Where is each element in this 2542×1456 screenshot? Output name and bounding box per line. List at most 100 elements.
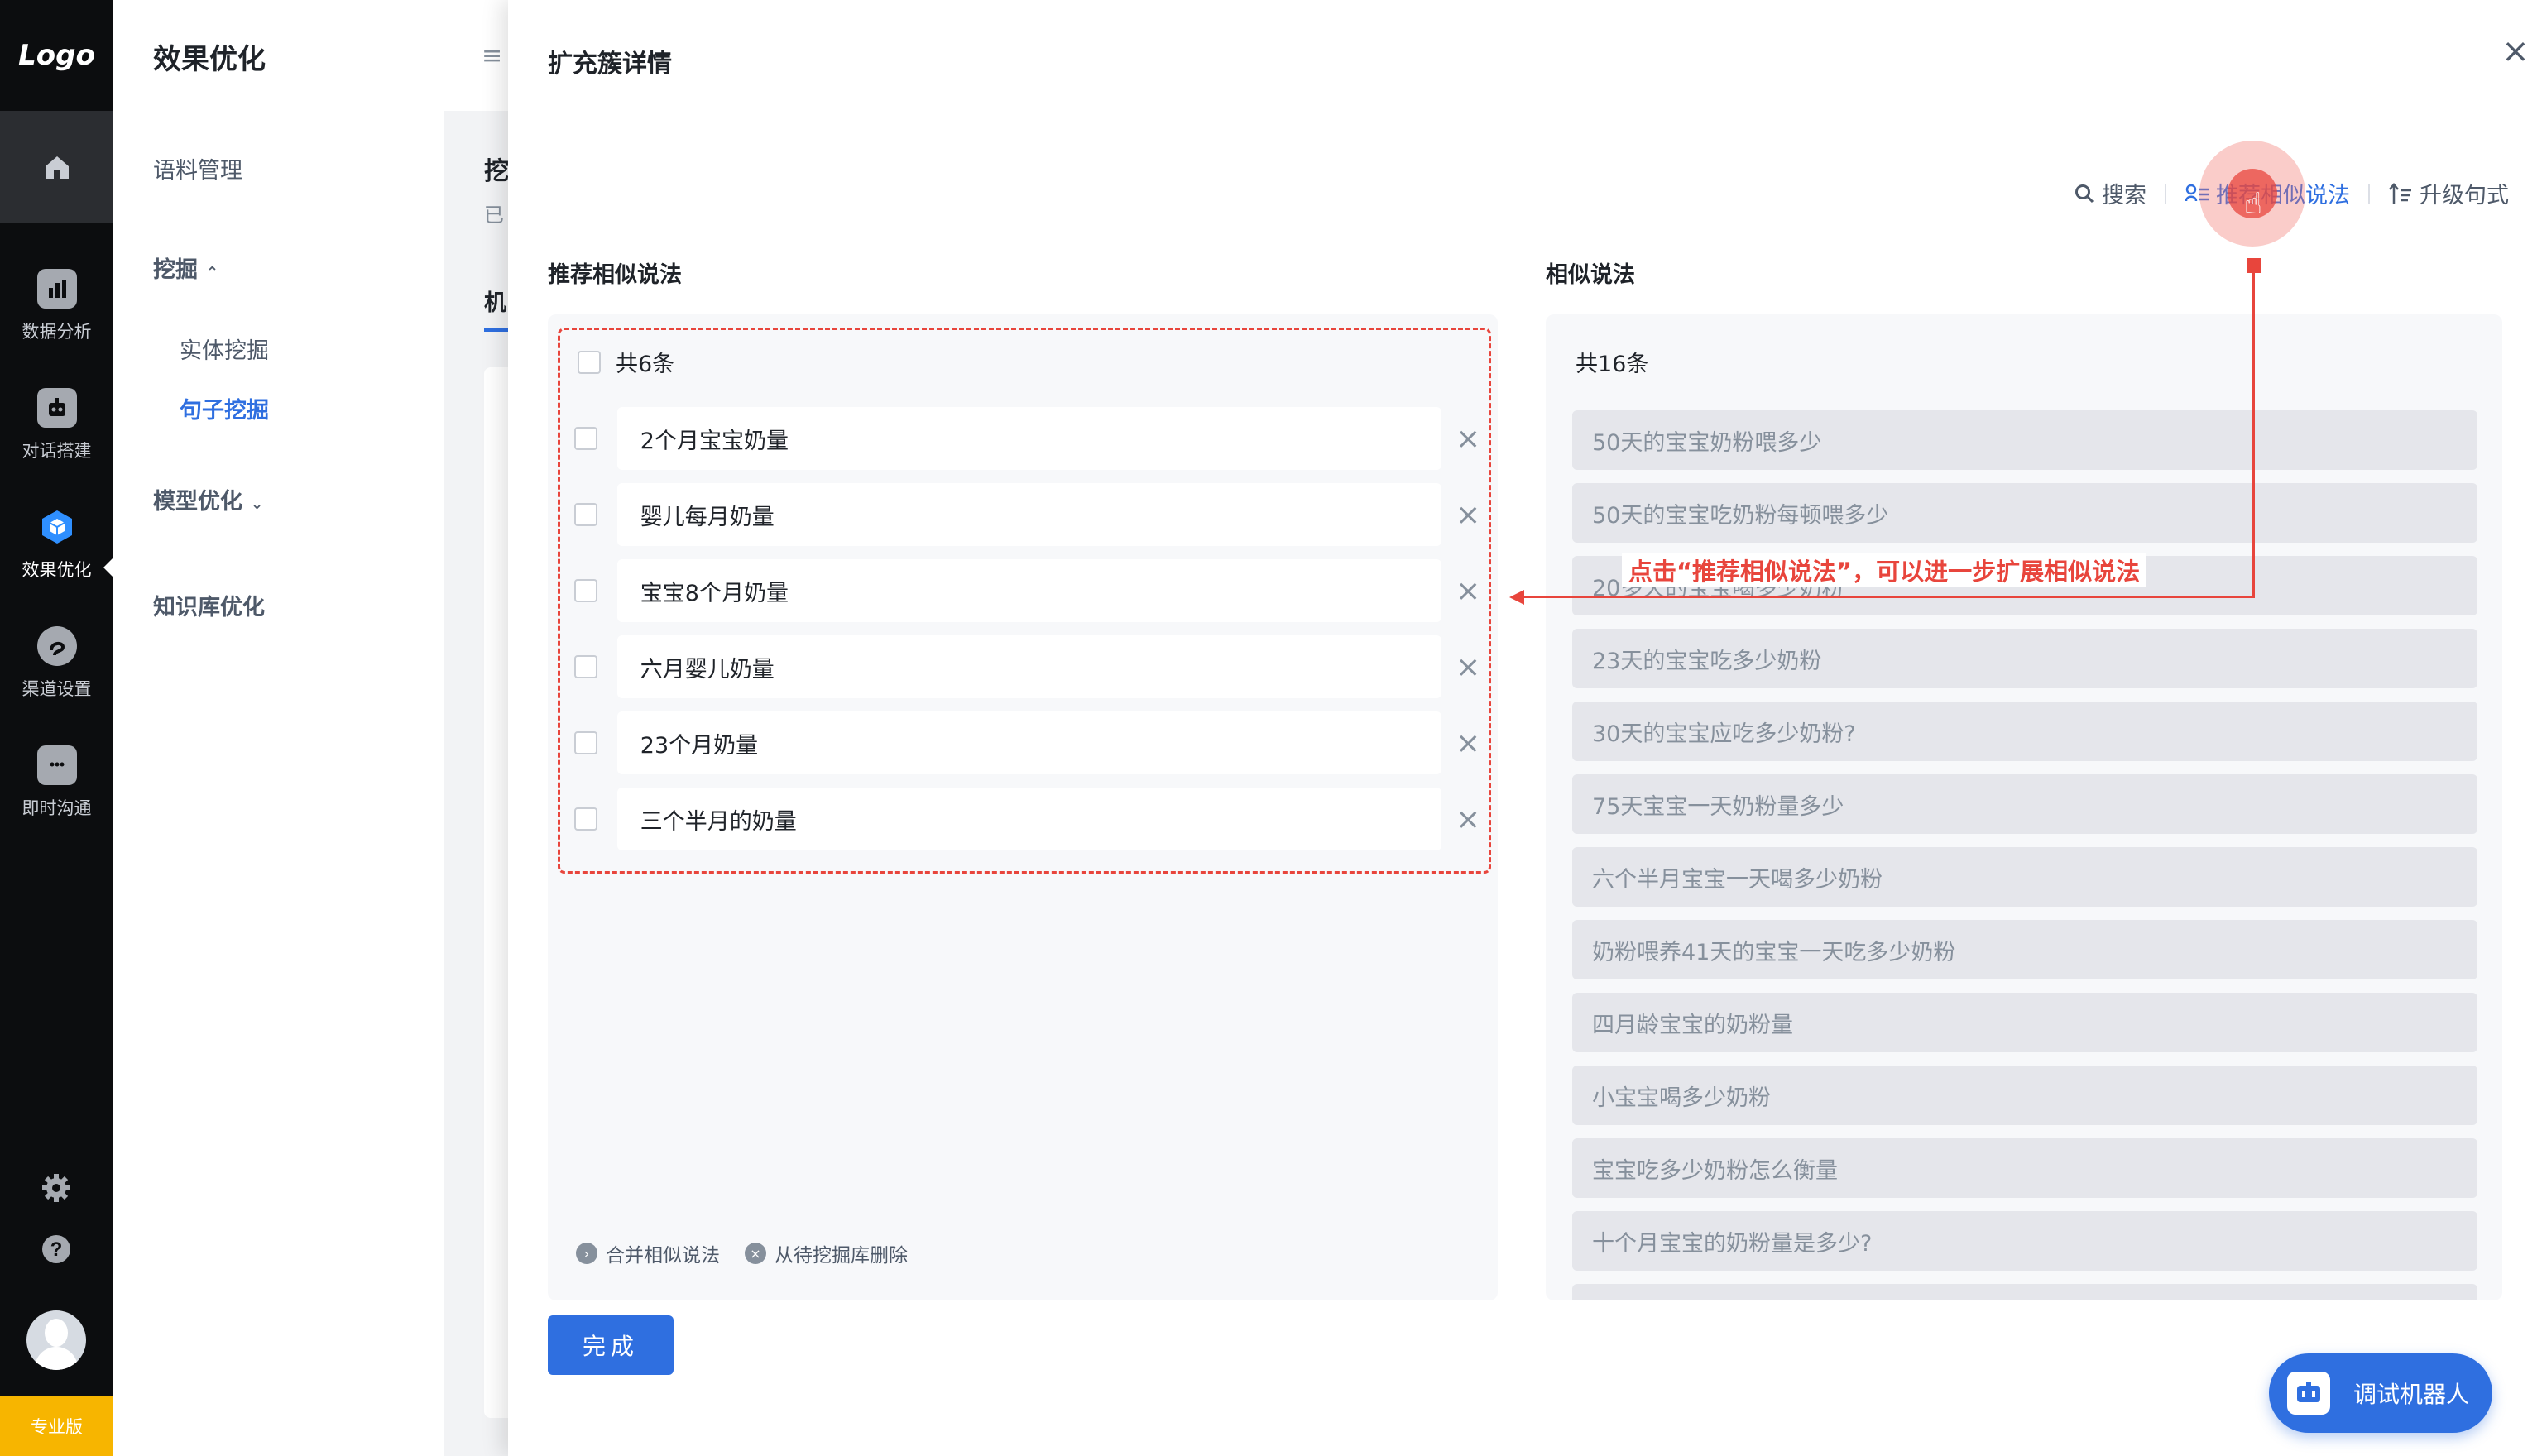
rail-item-instant-chat[interactable]: 即时沟通 [0,725,113,841]
done-button[interactable]: 完成 [548,1315,674,1375]
table-row: 75天宝宝一天奶粉量多少 [1572,774,2477,834]
annotation-line-horizontal [1523,596,2255,598]
chat-icon [36,745,77,785]
rail-item-data-analysis[interactable]: 数据分析 [0,248,113,364]
toolbar-divider [2165,183,2166,204]
subnav-item-sentence-mining[interactable]: 句子挖掘 [180,392,269,424]
item-checkbox[interactable] [574,427,597,450]
robot-icon [2287,1372,2330,1415]
list-item: 23个月奶量 × [569,711,1484,774]
logo: Logo [18,39,95,72]
home-icon [45,156,69,179]
rail-item-label: 渠道设置 [22,679,92,699]
left-count: 共6条 [616,352,675,377]
background-title: 挖 [484,157,509,186]
remove-icon[interactable]: × [1451,802,1484,836]
list-item: 六月婴儿奶量 × [569,635,1484,698]
upgrade-pattern-button[interactable]: 升级句式 [2388,177,2509,209]
recommend-item-text: 2个月宝宝奶量 [616,407,1442,470]
upgrade-label: 升级句式 [2420,183,2509,208]
item-checkbox[interactable] [574,655,597,678]
subnav-title: 效果优化 [153,43,266,76]
annotation-text: 点击“推荐相似说法”，可以进一步扩展相似说法 [1622,553,2147,587]
delete-circle-icon: × [745,1243,766,1264]
settings-icon[interactable] [38,1170,74,1206]
close-icon[interactable]: × [2499,35,2532,68]
remove-icon[interactable]: × [1451,726,1484,760]
left-footer-actions: › 合并相似说法 × 从待挖掘库删除 [576,1239,908,1267]
merge-similar-button[interactable]: › 合并相似说法 [576,1239,720,1267]
annotation-line-vertical [2252,266,2255,597]
item-checkbox[interactable] [574,579,597,602]
search-button[interactable]: 搜索 [2074,177,2146,209]
tab-underline [484,328,509,332]
recommend-item-text: 三个半月的奶量 [616,788,1442,850]
table-row: 十个月宝宝的奶粉量是多少? [1572,1211,2477,1271]
rail-item-channel-settings[interactable]: 渠道设置 [0,606,113,721]
channel-icon [36,626,77,666]
list-item: 宝宝8个月奶量 × [569,559,1484,622]
recommend-item-text: 婴儿每月奶量 [616,483,1442,546]
home-button[interactable] [0,111,113,223]
background-subtitle: 已 [484,204,504,227]
chevron-up-icon: ⌃ [206,264,219,281]
left-column-title: 推荐相似说法 [548,262,682,288]
subnav-item-corpus[interactable]: 语料管理 [153,152,242,184]
table-row: 50天的宝宝吃奶粉每顿喂多少 [1572,483,2477,543]
list-item: 三个半月的奶量 × [569,788,1484,850]
table-row: 奶粉喂养41天的宝宝一天吃多少奶粉 [1572,920,2477,979]
delete-label: 从待挖掘库删除 [775,1245,908,1267]
item-checkbox[interactable] [574,807,597,831]
table-row: 23天的宝宝吃多少奶粉 [1572,629,2477,688]
debug-robot-label: 调试机器人 [2353,1381,2470,1408]
merge-label: 合并相似说法 [606,1245,720,1267]
subnav-group-mining[interactable]: 挖掘 ⌃ [153,251,218,284]
table-row: 30天的宝宝应吃多少奶粉? [1572,702,2477,761]
rail-item-label: 效果优化 [22,560,92,580]
remove-icon[interactable]: × [1451,574,1484,608]
recommend-item-text: 六月婴儿奶量 [616,635,1442,698]
item-checkbox[interactable] [574,503,597,526]
table-row: 宝宝吃多少奶粉怎么衡量 [1572,1138,2477,1198]
remove-icon[interactable]: × [1451,498,1484,532]
subnav-item-entity-mining[interactable]: 实体挖掘 [180,333,269,365]
recommend-item-text: 23个月奶量 [616,711,1442,774]
list-item: 婴儿每月奶量 × [569,483,1484,546]
help-icon[interactable]: ? [38,1231,74,1267]
rail-item-dialog-build[interactable]: 对话搭建 [0,367,113,483]
rail-item-label: 对话搭建 [22,441,92,461]
menu-icon[interactable]: ≡ [482,41,502,70]
toolbar-divider [2368,183,2370,204]
bar-chart-icon [36,269,77,309]
subnav-group-model-opt[interactable]: 模型优化 ⌄ [153,483,263,515]
svg-text:?: ? [50,1238,63,1261]
select-all-checkbox[interactable] [578,350,601,374]
similar-panel: 共16条 50天的宝宝奶粉喂多少 50天的宝宝吃奶粉每顿喂多少 20多天的宝宝喝… [1546,314,2502,1300]
secondary-nav: 效果优化 语料管理 挖掘 ⌃ 实体挖掘 句子挖掘 模型优化 ⌄ 知识库优化 [113,0,444,1456]
table-row [1572,1284,2477,1300]
table-row: 六个半月宝宝一天喝多少奶粉 [1572,847,2477,907]
remove-icon[interactable]: × [1451,422,1484,456]
table-row: 四月龄宝宝的奶粉量 [1572,993,2477,1052]
item-checkbox[interactable] [574,731,597,754]
right-count: 共16条 [1576,352,1649,377]
merge-icon: › [576,1243,597,1264]
subnav-item-kb-opt[interactable]: 知识库优化 [153,589,265,621]
robot-icon [36,388,77,428]
cube-icon [37,507,77,547]
table-row: 50天的宝宝奶粉喂多少 [1572,410,2477,470]
remove-icon[interactable]: × [1451,650,1484,684]
search-label: 搜索 [2102,183,2146,208]
search-icon [2075,184,2094,203]
annotation-arrow-icon [1509,590,1524,605]
subnav-group-label: 挖掘 [153,257,198,283]
rail-item-effect-optimize[interactable]: 效果优化 [0,486,113,602]
subnav-group-label: 模型优化 [153,489,242,515]
debug-robot-button[interactable]: 调试机器人 [2269,1353,2492,1433]
right-column-title: 相似说法 [1546,262,1635,288]
pro-badge: 专业版 [0,1396,113,1456]
delete-from-pool-button[interactable]: × 从待挖掘库删除 [745,1239,908,1267]
background-tab[interactable]: 机 [484,285,506,317]
select-all-row: 共6条 [578,346,674,378]
avatar[interactable] [26,1310,86,1370]
